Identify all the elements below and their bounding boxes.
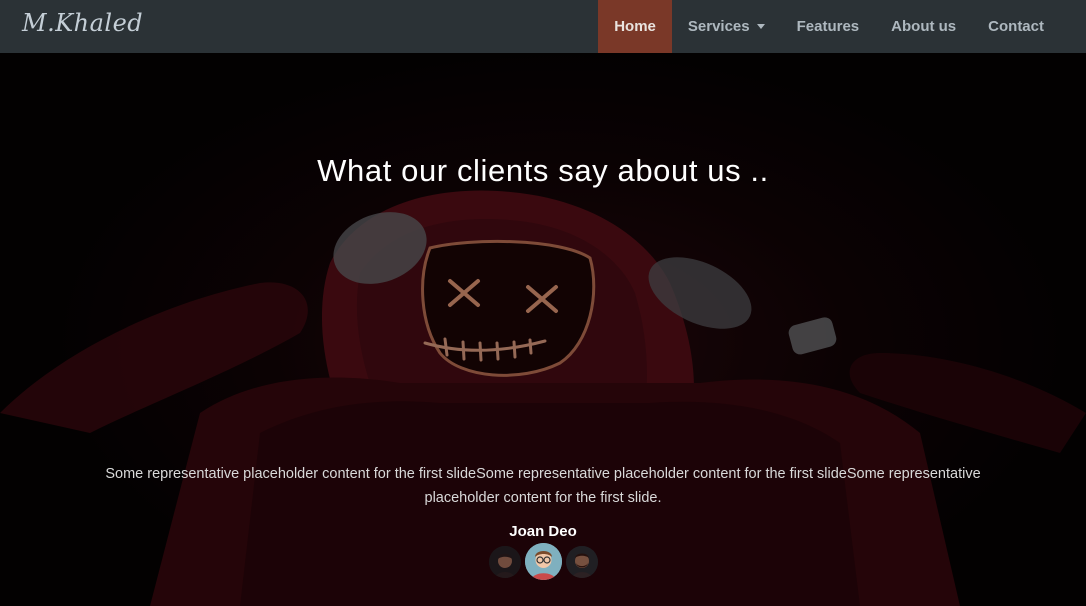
avatar-glasses[interactable] [524,543,562,580]
avatar-dark-hair[interactable] [488,545,521,578]
nav-features[interactable]: Features [781,0,876,53]
nav-home[interactable]: Home [598,0,672,53]
brand-logo[interactable]: M.Khaled [22,9,143,37]
testimonial-section: What our clients say about us .. Some re… [0,53,1086,606]
nav-links: Home Services Features About us Contact [598,0,1060,53]
section-heading: What our clients say about us .. [317,153,769,188]
nav-services[interactable]: Services [672,0,781,53]
avatar-indicators [0,543,1086,580]
testimonial-quote: Some representative placeholder content … [105,466,981,506]
avatar-beard[interactable] [565,545,598,578]
nav-about[interactable]: About us [875,0,972,53]
nav-services-label: Services [687,18,750,35]
avatar-beard-icon [565,545,598,578]
navbar: M.Khaled Home Services Features About us… [0,0,1086,53]
avatar-glasses-icon [524,543,562,580]
testimonial-author: Joan Deo [509,523,577,540]
avatar-dark-hair-icon [488,545,521,578]
chevron-down-icon [756,24,765,29]
nav-contact[interactable]: Contact [972,0,1060,53]
